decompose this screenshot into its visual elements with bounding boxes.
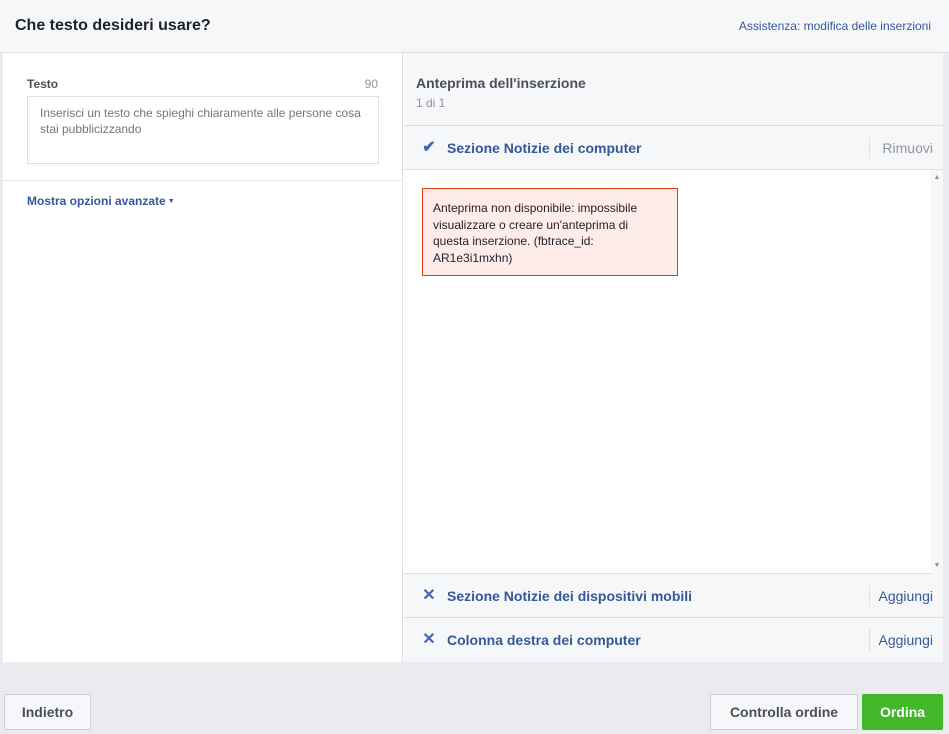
advanced-options-link[interactable]: Mostra opzioni avanzate ▼ <box>27 194 175 208</box>
text-editor-panel: Testo 90 Mostra opzioni avanzate▼ <box>3 53 403 662</box>
divider <box>3 180 403 181</box>
remove-placement-button[interactable]: Rimuovi <box>882 140 933 156</box>
preview-header: Anteprima dell'inserzione 1 di 1 <box>404 53 943 126</box>
scroll-down-icon[interactable]: ▼ <box>931 560 943 572</box>
divider <box>869 585 870 607</box>
divider <box>869 629 870 651</box>
placement-label: Sezione Notizie dei computer <box>447 140 642 156</box>
char-counter: 90 <box>364 77 378 91</box>
preview-title: Anteprima dell'inserzione <box>416 75 586 91</box>
scrollbar[interactable]: ▲ ▼ <box>931 170 943 574</box>
dialog-header: Che testo desideri usare? Assistenza: mo… <box>0 0 949 53</box>
main-panel: Testo 90 Mostra opzioni avanzate▼ Antepr… <box>3 53 943 662</box>
placement-label: Sezione Notizie dei dispositivi mobili <box>447 588 693 604</box>
text-field-label: Testo <box>27 77 59 91</box>
preview-scroll-area[interactable]: Anteprima non disponibile: impossibile v… <box>404 170 943 574</box>
x-icon: ✕ <box>422 587 436 604</box>
scroll-up-icon[interactable]: ▲ <box>931 172 943 184</box>
placement-mobile-news-feed: ✕ Sezione Notizie dei dispositivi mobili… <box>404 574 943 618</box>
advanced-options-label: Mostra opzioni avanzate <box>27 194 166 208</box>
placement-desktop-right-column: ✕ Colonna destra dei computer Aggiungi <box>404 618 943 662</box>
review-order-button[interactable]: Controlla ordine <box>710 694 858 730</box>
placement-label: Colonna destra dei computer <box>447 632 641 648</box>
preview-pager: 1 di 1 <box>416 96 446 110</box>
dialog-title: Che testo desideri usare? <box>15 17 211 34</box>
x-icon: ✕ <box>422 631 436 648</box>
place-order-button[interactable]: Ordina <box>862 694 943 730</box>
back-button[interactable]: Indietro <box>4 694 91 730</box>
preview-error-message: Anteprima non disponibile: impossibile v… <box>422 188 678 276</box>
add-placement-button[interactable]: Aggiungi <box>879 632 934 648</box>
placement-desktop-news-feed: ✔ Sezione Notizie dei computer Rimuovi <box>404 126 943 170</box>
divider <box>869 137 870 159</box>
add-placement-button[interactable]: Aggiungi <box>879 588 934 604</box>
caret-down-icon: ▼ <box>167 198 175 206</box>
check-icon: ✔ <box>422 139 436 156</box>
help-link[interactable]: Assistenza: modifica delle inserzioni <box>739 19 931 33</box>
ad-text-input[interactable] <box>27 96 379 164</box>
ad-preview-panel: Anteprima dell'inserzione 1 di 1 ✔ Sezio… <box>404 53 943 662</box>
